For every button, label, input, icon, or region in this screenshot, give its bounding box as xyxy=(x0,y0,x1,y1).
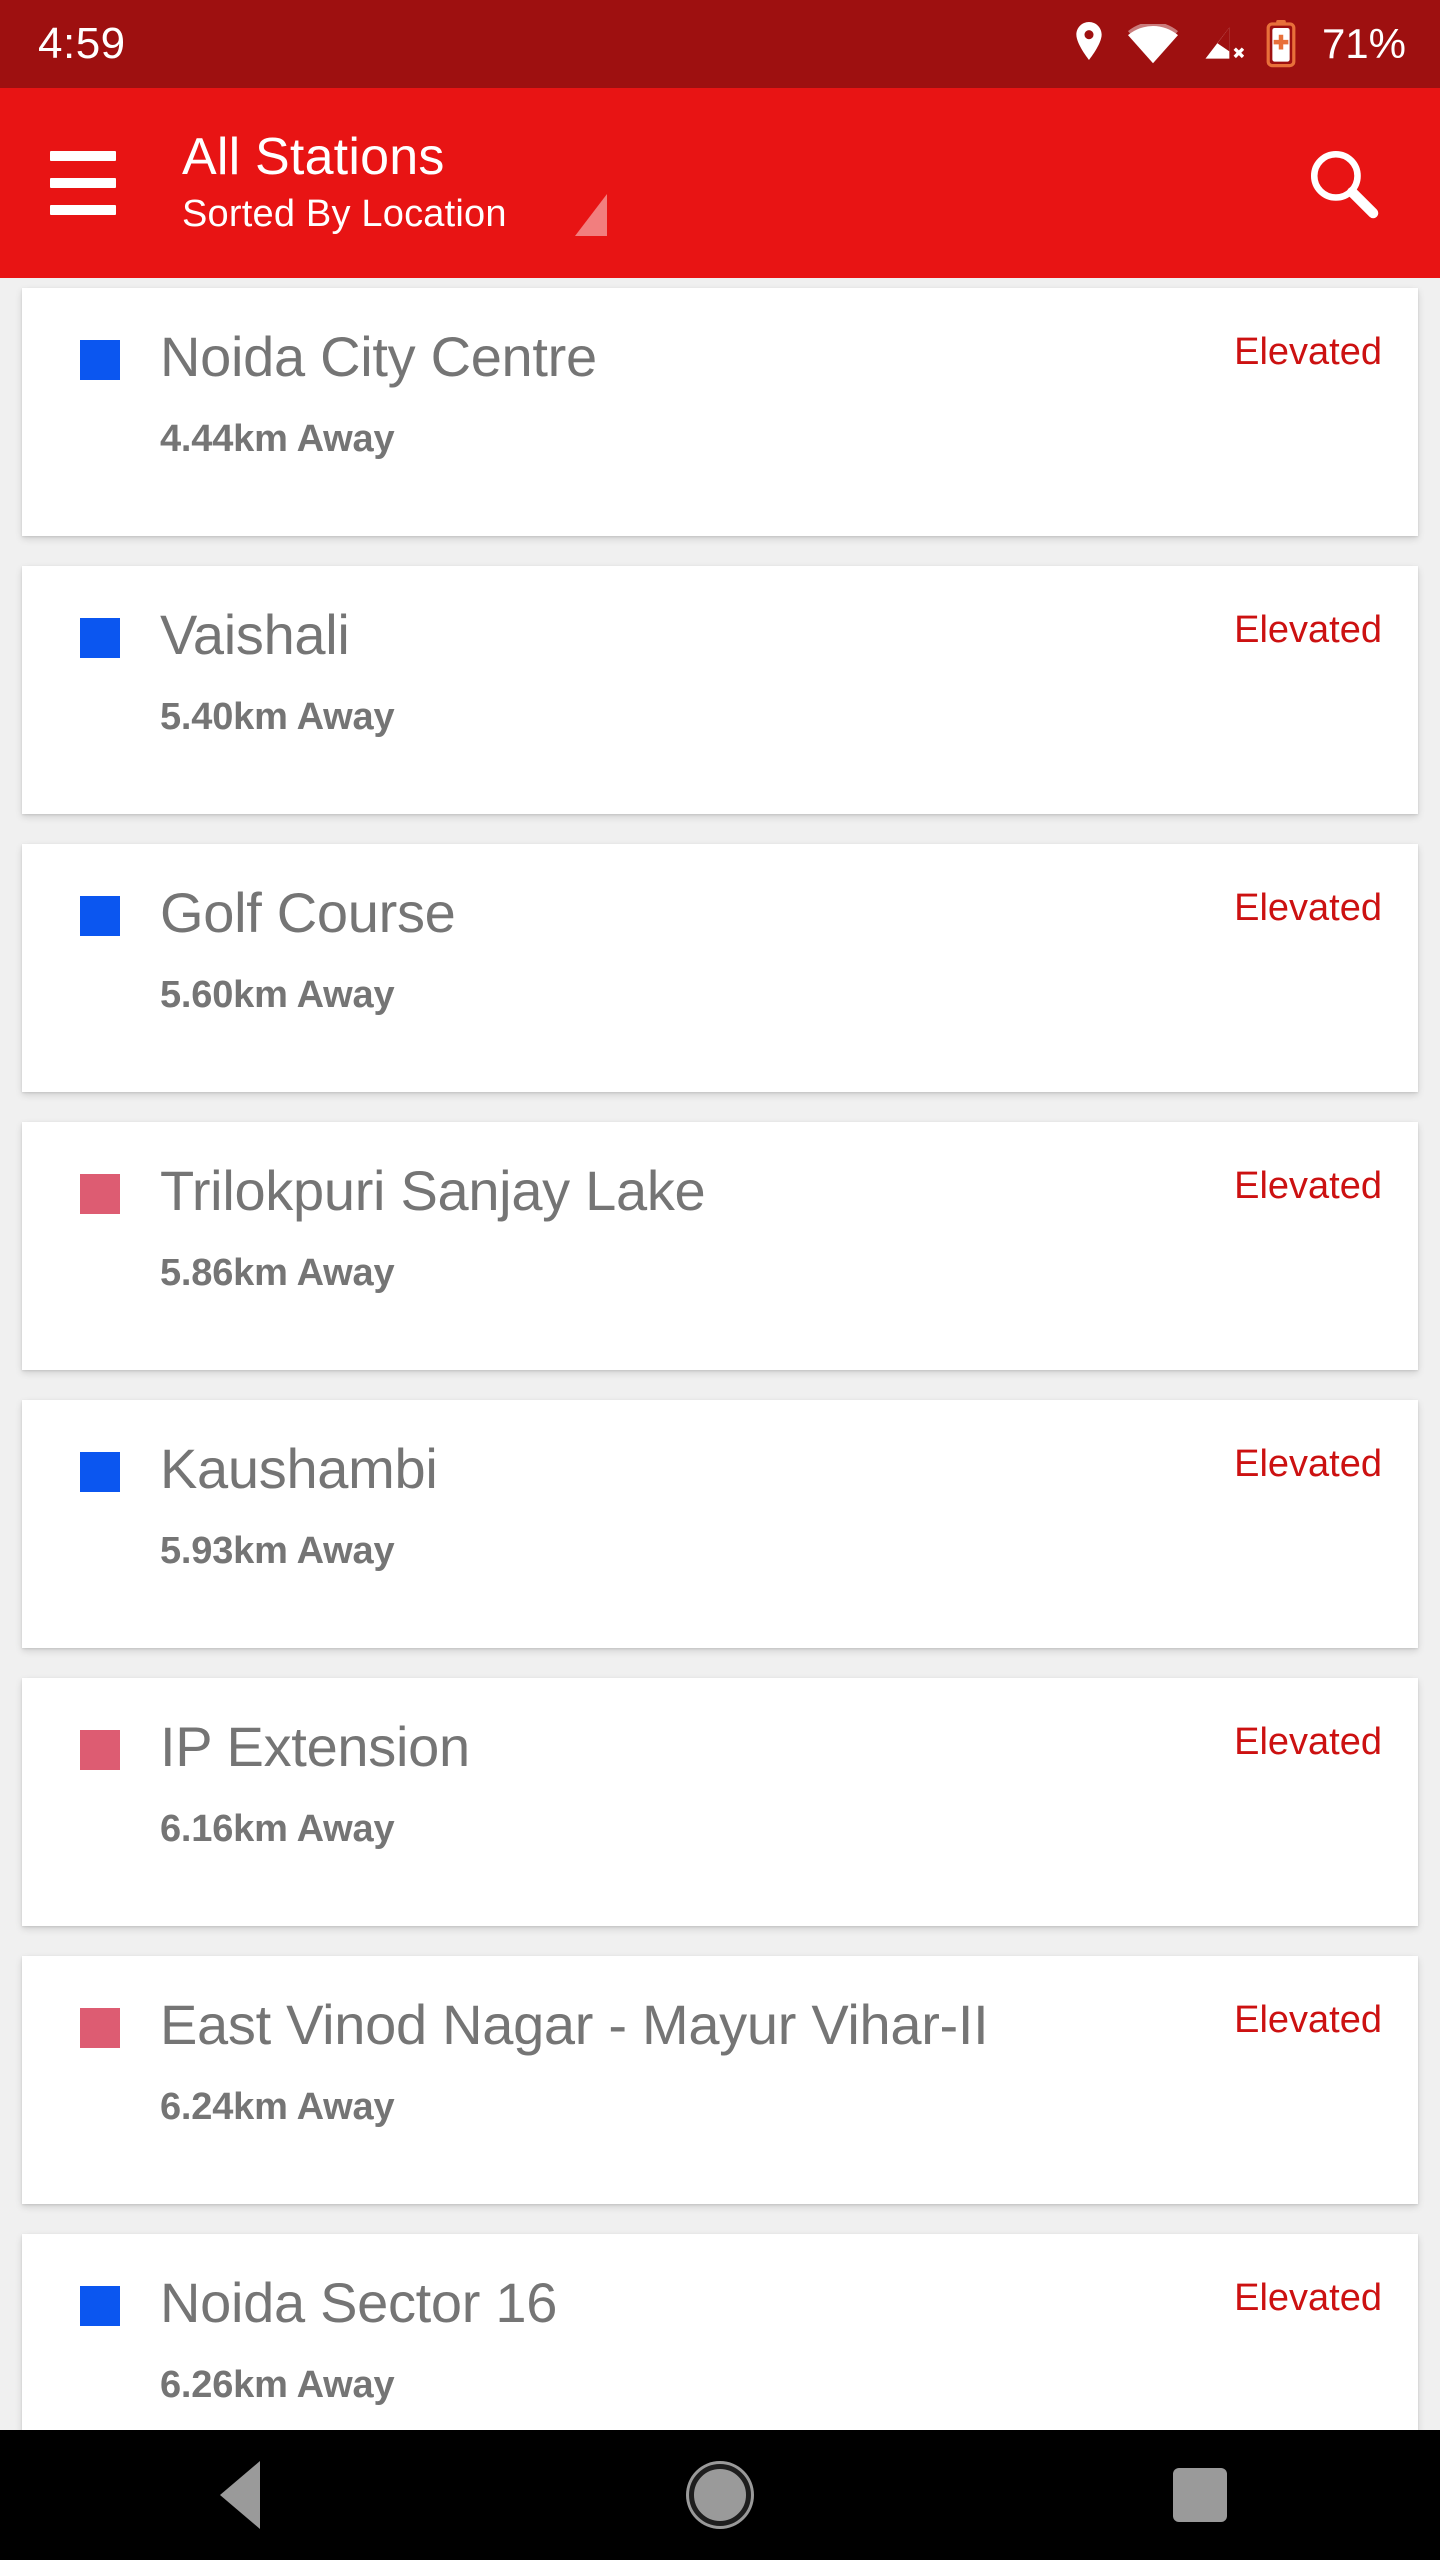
station-type-badge: Elevated xyxy=(1234,609,1382,651)
metro-line-color-swatch xyxy=(80,340,120,380)
sort-ascending-triangle-icon[interactable] xyxy=(574,194,607,237)
sort-row[interactable]: Sorted By Location xyxy=(182,192,607,238)
station-type-badge: Elevated xyxy=(1234,1165,1382,1207)
station-type-badge: Elevated xyxy=(1234,1443,1382,1485)
home-circle-icon xyxy=(689,2464,751,2526)
metro-line-color-swatch xyxy=(80,2008,120,2048)
station-name: Kaushambi xyxy=(160,1437,438,1500)
metro-line-color-swatch xyxy=(80,896,120,936)
station-card[interactable]: IP Extension Elevated 6.16km Away xyxy=(22,1678,1418,1926)
cellular-off-icon xyxy=(1205,27,1244,59)
station-name: Noida City Centre xyxy=(160,325,597,388)
station-type-badge: Elevated xyxy=(1234,1999,1382,2041)
station-card[interactable]: East Vinod Nagar - Mayur Vihar-II Elevate… xyxy=(22,1956,1418,2204)
station-card[interactable]: Vaishali Elevated 5.40km Away xyxy=(22,566,1418,814)
wifi-icon xyxy=(1127,24,1178,64)
status-icon-tray: 71% xyxy=(1072,20,1406,68)
location-pin-icon xyxy=(1076,22,1102,60)
hamburger-menu-icon[interactable] xyxy=(50,137,142,229)
status-bar: 4:59 71% xyxy=(0,0,1440,88)
station-distance: 5.93km Away xyxy=(160,1529,395,1572)
app-bar-titles: All Stations Sorted By Location xyxy=(182,128,607,238)
station-list[interactable]: Noida City Centre Elevated 4.44km Away Vais… xyxy=(0,278,1440,2430)
station-distance: 4.44km Away xyxy=(160,417,395,460)
station-distance: 6.16km Away xyxy=(160,1807,395,1850)
station-name: East Vinod Nagar - Mayur Vihar-II xyxy=(160,1993,989,2056)
station-type-badge: Elevated xyxy=(1234,2277,1382,2319)
station-card[interactable]: Noida Sector 16 Elevated 6.26km Away xyxy=(22,2234,1418,2430)
station-distance: 5.86km Away xyxy=(160,1251,395,1294)
station-card[interactable]: Golf Course Elevated 5.60km Away xyxy=(22,844,1418,1092)
nav-recents-button[interactable] xyxy=(1100,2430,1300,2560)
station-card[interactable]: Kaushambi Elevated 5.93km Away xyxy=(22,1400,1418,1648)
station-name: Vaishali xyxy=(160,603,350,666)
station-name: Golf Course xyxy=(160,881,456,944)
nav-back-button[interactable] xyxy=(140,2430,340,2560)
recents-square-icon xyxy=(1173,2468,1227,2522)
station-card-header: Kaushambi Elevated xyxy=(80,1437,1382,1501)
battery-saver-icon xyxy=(1266,20,1296,68)
metro-line-color-swatch xyxy=(80,1174,120,1214)
metro-line-color-swatch xyxy=(80,1452,120,1492)
station-name: IP Extension xyxy=(160,1715,470,1778)
station-card[interactable]: Noida City Centre Elevated 4.44km Away xyxy=(22,288,1418,536)
station-card-header: Trilokpuri Sanjay Lake Elevated xyxy=(80,1159,1382,1223)
station-type-badge: Elevated xyxy=(1234,887,1382,929)
station-card-header: Noida City Centre Elevated xyxy=(80,325,1382,389)
app-bar: All Stations Sorted By Location xyxy=(0,88,1440,278)
station-name: Noida Sector 16 xyxy=(160,2271,558,2334)
hamburger-line-3 xyxy=(50,205,116,215)
station-distance: 6.24km Away xyxy=(160,2085,395,2128)
android-navigation-bar xyxy=(0,2430,1440,2560)
station-card-header: East Vinod Nagar - Mayur Vihar-II Elevate… xyxy=(80,1993,1382,2057)
metro-line-color-swatch xyxy=(80,618,120,658)
back-triangle-icon xyxy=(220,2461,260,2529)
battery-percent-label: 71% xyxy=(1321,20,1406,67)
search-glass-glyph xyxy=(1310,150,1379,219)
station-type-badge: Elevated xyxy=(1234,331,1382,373)
station-type-badge: Elevated xyxy=(1234,1721,1382,1763)
station-name: Trilokpuri Sanjay Lake xyxy=(160,1159,706,1222)
hamburger-line-1 xyxy=(50,151,116,161)
status-clock: 4:59 xyxy=(38,19,126,68)
station-distance: 5.40km Away xyxy=(160,695,395,738)
sort-subtitle: Sorted By Location xyxy=(182,193,507,236)
station-card-header: IP Extension Elevated xyxy=(80,1715,1382,1779)
station-card-header: Vaishali Elevated xyxy=(80,603,1382,667)
metro-line-color-swatch xyxy=(80,1730,120,1770)
hamburger-line-2 xyxy=(50,178,116,188)
nav-home-button[interactable] xyxy=(620,2430,820,2560)
metro-line-color-swatch xyxy=(80,2286,120,2326)
station-card[interactable]: Trilokpuri Sanjay Lake Elevated 5.86km Awa… xyxy=(22,1122,1418,1370)
phone-screen: 4:59 71% All Stations Sorted By Location… xyxy=(0,0,1440,2560)
station-card-header: Noida Sector 16 Elevated xyxy=(80,2271,1382,2335)
station-card-header: Golf Course Elevated xyxy=(80,881,1382,945)
search-icon[interactable] xyxy=(1288,128,1398,238)
station-distance: 5.60km Away xyxy=(160,973,395,1016)
station-distance: 6.26km Away xyxy=(160,2363,395,2406)
page-title: All Stations xyxy=(182,128,445,187)
